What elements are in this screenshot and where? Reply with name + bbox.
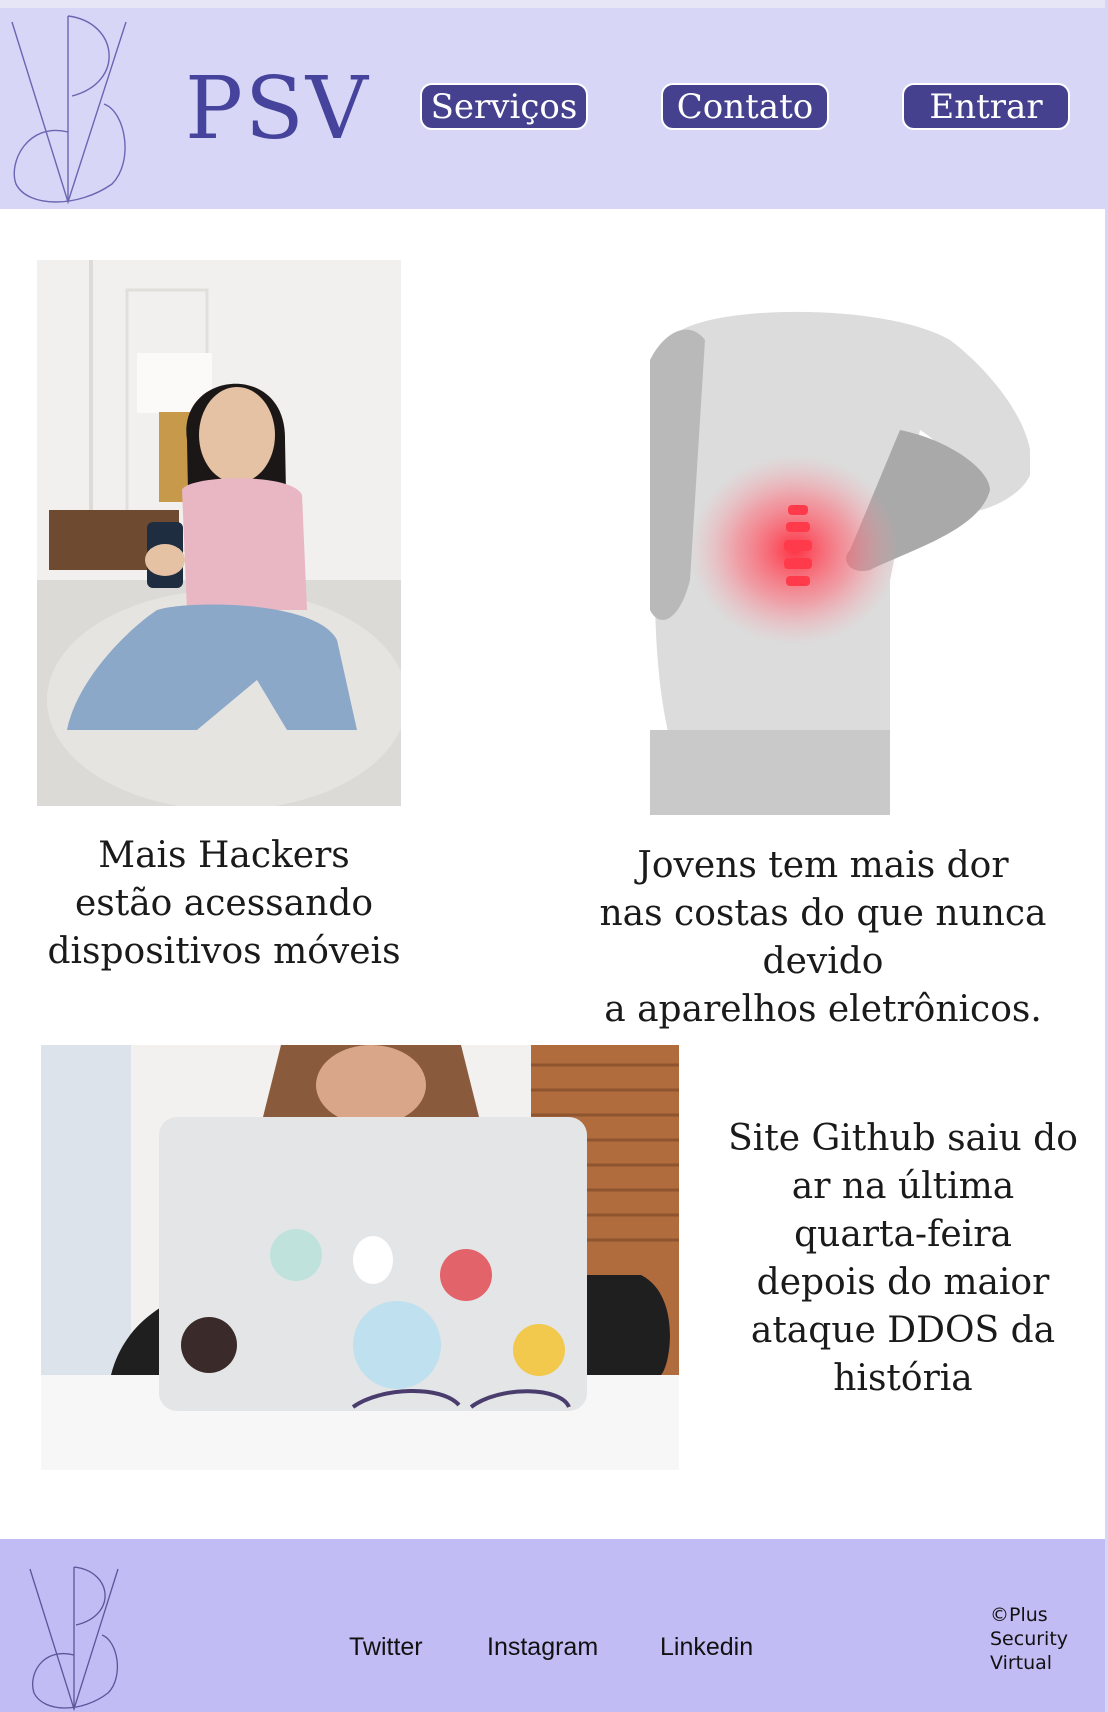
site-footer: Twitter Instagram Linkedin ©Plus Securit… [0,1539,1105,1712]
article-back-pain-text[interactable]: Jovens tem mais dor nas costas do que nu… [538,842,1108,1034]
article-hackers-text[interactable]: Mais Hackers estão acessando dispositivo… [30,832,418,976]
psv-monogram-logo[interactable] [8,12,128,207]
copyright-text: ©Plus Security Virtual [990,1604,1069,1674]
top-strip [0,0,1108,8]
nav-contato-button[interactable]: Contato [661,83,829,130]
footer-link-twitter[interactable]: Twitter [349,1633,423,1662]
footer-link-instagram[interactable]: Instagram [487,1633,598,1662]
laptop-github-stickers-photo[interactable] [41,1045,679,1470]
nav-servicos-button[interactable]: Serviços [420,83,588,130]
back-pain-photo[interactable] [650,300,1030,815]
nav-entrar-button[interactable]: Entrar [902,83,1070,130]
article-github-ddos-text[interactable]: Site Github saiu do ar na última quarta-… [708,1115,1098,1403]
woman-with-phone-photo[interactable] [37,260,401,806]
footer-link-linkedin[interactable]: Linkedin [660,1633,753,1662]
site-header: PSV Serviços Contato Entrar [0,8,1105,209]
psv-monogram-logo-footer[interactable] [28,1565,120,1711]
brand-name[interactable]: PSV [185,66,370,152]
